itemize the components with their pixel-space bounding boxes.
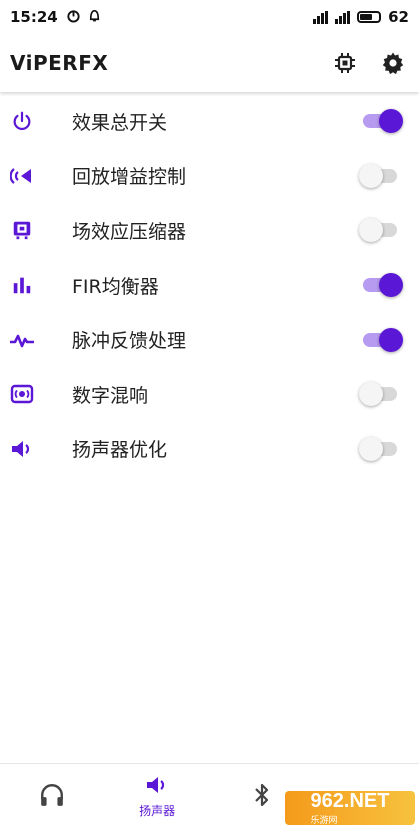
app-bar: ViPERFX [0,34,419,92]
chip-settings-icon[interactable] [331,49,359,77]
toggle-switch[interactable] [359,382,401,407]
item-label: 数字混响 [72,384,149,407]
notification-icon [87,8,102,27]
watermark-logo: 962.NET 乐游网 [285,790,415,825]
list-item[interactable]: FIR均衡器 [0,258,419,313]
app-title: ViPERFX [10,51,109,75]
equalizer-icon [9,272,35,298]
speaker-icon [145,774,169,800]
compressor-icon [9,217,35,243]
list-item[interactable]: 回放增益控制 [0,149,419,204]
signal-1-icon [313,10,329,24]
item-label: FIR均衡器 [72,275,159,298]
battery-icon [357,11,382,23]
tab-speaker[interactable]: 扬声器 [105,764,210,829]
tab-label: 扬声器 [139,804,176,818]
effects-list: 效果总开关 回放增益控制 场效应压缩器 FIR均衡器 脉冲反馈处理 数字混响 扬… [0,94,419,476]
toggle-switch[interactable] [361,109,403,134]
toggle-switch[interactable] [359,436,401,461]
power-icon [9,108,35,134]
toggle-switch[interactable] [361,273,403,298]
signal-2-icon [335,10,351,24]
list-item[interactable]: 场效应压缩器 [0,203,419,258]
pulse-icon [9,327,35,353]
gear-icon[interactable] [379,49,407,77]
tab-headphones[interactable] [0,764,105,829]
reverb-icon [9,381,35,407]
headphones-icon [39,782,65,812]
item-label: 扬声器优化 [72,439,168,462]
list-item[interactable]: 扬声器优化 [0,422,419,477]
item-label: 脉冲反馈处理 [72,330,187,353]
list-item[interactable]: 脉冲反馈处理 [0,312,419,367]
status-time: 15:24 [10,8,58,26]
item-label: 效果总开关 [72,111,168,134]
toggle-switch[interactable] [361,327,403,352]
item-label: 场效应压缩器 [72,220,187,243]
watermark-text: 962.NET [310,790,390,812]
network-speed-icon [66,8,81,27]
toggle-switch[interactable] [359,163,401,188]
item-label: 回放增益控制 [72,166,187,189]
list-item[interactable]: 效果总开关 [0,94,419,149]
speaker-icon [9,436,35,462]
bluetooth-icon [251,782,273,812]
status-bar: 15:24 62 [0,0,419,34]
list-item[interactable]: 数字混响 [0,367,419,422]
watermark-subtext: 乐游网 [310,815,338,825]
playback-gain-icon [9,163,35,189]
toggle-switch[interactable] [359,218,401,243]
battery-level: 62 [388,8,409,26]
